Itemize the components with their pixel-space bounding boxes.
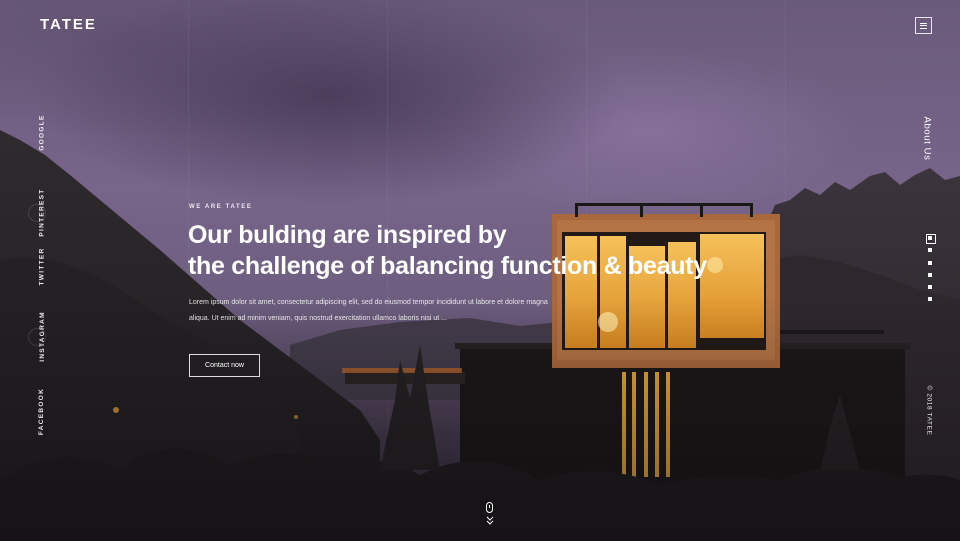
copyright-text: © 2018 TATEE	[925, 385, 933, 435]
social-link-instagram[interactable]: INSTAGRAM	[28, 306, 48, 366]
mouse-scroll-icon	[486, 502, 493, 513]
about-us-link[interactable]: About Us	[900, 116, 954, 160]
copyright: © 2018 TATEE	[912, 385, 946, 435]
slide-dot-active[interactable]	[925, 233, 936, 245]
slide-dot[interactable]	[925, 245, 935, 257]
hero-eyebrow: WE ARE TATEE	[189, 204, 253, 210]
social-link-google[interactable]: GOOGLE	[36, 102, 48, 162]
slide-dot[interactable]	[925, 258, 935, 270]
hero-description: Lorem ipsum dolor sit amet, consectetur …	[189, 295, 609, 327]
contact-now-button[interactable]: Contact now	[189, 354, 260, 377]
slide-dot[interactable]	[925, 270, 935, 282]
scroll-down-indicator[interactable]	[484, 502, 496, 528]
social-label-twitter[interactable]: TWITTER	[39, 247, 46, 285]
chevron-down-icon	[486, 516, 494, 525]
social-label-facebook[interactable]: FACEBOOK	[39, 387, 46, 434]
menu-button[interactable]	[915, 17, 932, 34]
brand-logo[interactable]: TATEE	[40, 16, 97, 33]
slide-dot[interactable]	[925, 294, 935, 306]
description-line: aliqua. Ut enim ad minim veniam, quis no…	[189, 315, 447, 322]
social-link-twitter[interactable]: TWITTER	[36, 236, 48, 296]
hero-headline: Our bulding are inspired by the challeng…	[188, 220, 788, 282]
social-link-facebook[interactable]: FACEBOOK	[36, 381, 48, 441]
description-line: Lorem ipsum dolor sit amet, consectetur …	[189, 299, 548, 306]
headline-line: the challenge of balancing function & be…	[188, 252, 707, 280]
hamburger-icon	[920, 22, 927, 29]
about-us-label[interactable]: About Us	[921, 116, 932, 160]
social-label-instagram[interactable]: INSTAGRAM	[39, 311, 46, 362]
social-label-pinterest[interactable]: PINTEREST	[39, 188, 46, 236]
social-label-google[interactable]: GOOGLE	[39, 114, 46, 150]
slide-pagination	[925, 233, 936, 307]
social-link-pinterest[interactable]: PINTEREST	[28, 182, 48, 242]
headline-line: Our bulding are inspired by	[188, 221, 507, 249]
slide-dot[interactable]	[925, 282, 935, 294]
